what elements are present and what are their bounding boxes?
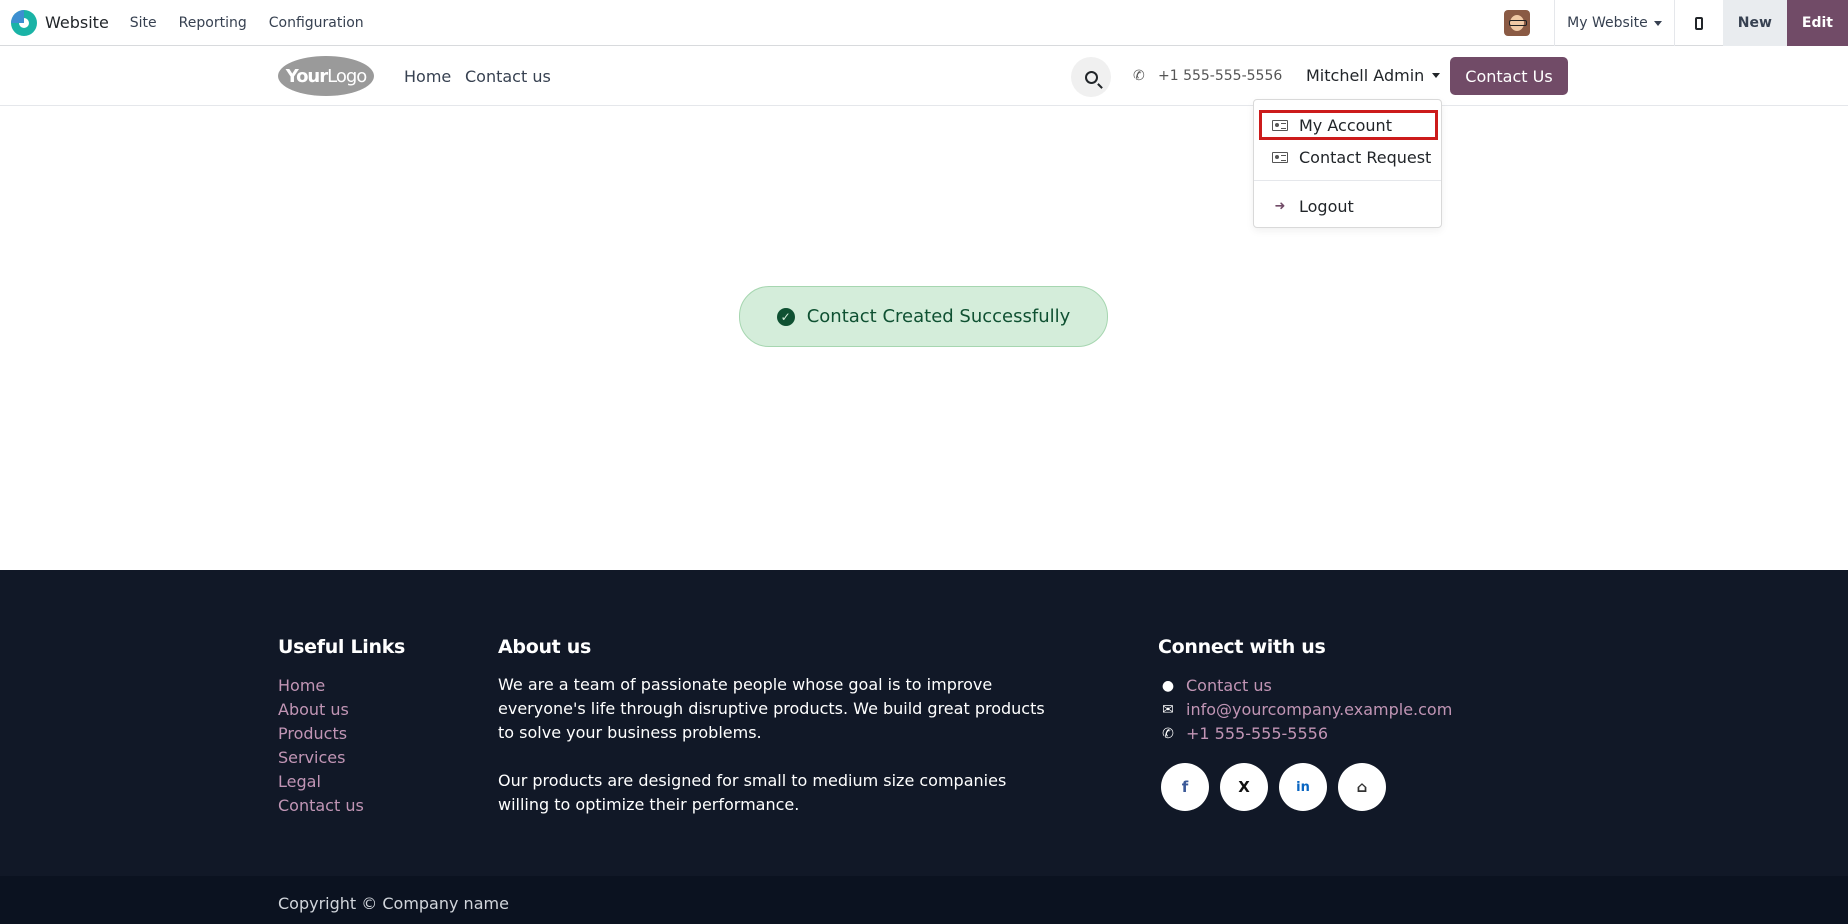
menu-item-logout[interactable]: ➜ Logout	[1254, 191, 1441, 221]
about-text-line: We are a team of passionate people whose…	[498, 675, 993, 694]
user-avatar[interactable]	[1504, 10, 1531, 36]
edit-button[interactable]: Edit	[1786, 0, 1848, 46]
about-text-line: Our products are designed for small to m…	[498, 771, 1007, 790]
search-icon	[1084, 70, 1098, 84]
x-icon[interactable]: X	[1220, 763, 1268, 811]
connect-contact-us[interactable]: Contact us	[1186, 676, 1272, 695]
logo-text-bold: Your	[285, 65, 328, 87]
user-menu-toggle[interactable]: Mitchell Admin	[1306, 66, 1441, 85]
site-footer: Useful Links Home About us Products Serv…	[0, 570, 1848, 876]
menu-site[interactable]: Site	[119, 15, 168, 31]
user-dropdown-menu: My Account Contact Request ➜ Logout	[1253, 99, 1442, 228]
chevron-down-icon	[1432, 73, 1441, 78]
footer-link-contact-us[interactable]: Contact us	[278, 796, 364, 815]
about-text-line: willing to optimize their performance.	[498, 795, 800, 814]
menu-item-label: Contact Request	[1299, 147, 1432, 167]
about-us-title: About us	[498, 636, 592, 658]
mobile-icon	[1694, 16, 1703, 30]
menu-item-label: My Account	[1299, 115, 1392, 135]
contact-us-button[interactable]: Contact Us	[1450, 57, 1568, 95]
success-alert: ✓ Contact Created Successfully	[739, 286, 1108, 347]
footer-link-home[interactable]: Home	[278, 676, 325, 695]
app-switcher[interactable]: Website	[11, 9, 109, 36]
menu-reporting[interactable]: Reporting	[168, 15, 258, 31]
id-card-icon	[1271, 151, 1289, 163]
connect-title: Connect with us	[1158, 636, 1326, 658]
website-selector[interactable]: My Website	[1555, 0, 1674, 46]
chevron-down-icon	[1653, 20, 1662, 26]
site-header: Your Logo Home Contact us ✆ +1 555-555-55…	[0, 46, 1848, 106]
footer-link-services[interactable]: Services	[278, 748, 345, 767]
logout-icon: ➜	[1274, 198, 1286, 214]
dropdown-divider	[1254, 180, 1441, 181]
menu-item-my-account[interactable]: My Account	[1259, 110, 1438, 140]
check-circle-icon: ✓	[776, 307, 795, 326]
mobile-preview-button[interactable]	[1675, 0, 1723, 46]
header-phone[interactable]: +1 555-555-5556	[1158, 68, 1282, 84]
about-text-line: everyone's life through disruptive produ…	[498, 699, 1045, 718]
admin-bar: Website Site Reporting Configuration My …	[0, 0, 1848, 46]
linkedin-icon[interactable]: in	[1279, 763, 1327, 811]
footer-link-about-us[interactable]: About us	[278, 700, 349, 719]
nav-contact-us[interactable]: Contact us	[465, 67, 551, 86]
footer-link-products[interactable]: Products	[278, 724, 347, 743]
envelope-icon: ✉	[1162, 702, 1174, 718]
logo-text: Logo	[327, 65, 367, 87]
useful-links-title: Useful Links	[278, 636, 406, 658]
app-name[interactable]: Website	[45, 13, 109, 32]
connect-email[interactable]: info@yourcompany.example.com	[1186, 700, 1452, 719]
about-text-line: to solve your business problems.	[498, 723, 762, 742]
website-selector-label: My Website	[1567, 15, 1648, 31]
id-card-icon	[1271, 119, 1289, 131]
search-button[interactable]	[1071, 57, 1111, 97]
new-button[interactable]: New	[1722, 0, 1787, 46]
copyright-bar: Copyright © Company name	[0, 876, 1848, 924]
comment-icon: ●	[1161, 678, 1175, 694]
nav-home[interactable]: Home	[404, 67, 451, 86]
footer-link-legal[interactable]: Legal	[278, 772, 321, 791]
admin-menu: Site Reporting Configuration	[119, 15, 375, 31]
admin-bar-right: My Website New Edit	[1504, 0, 1848, 46]
facebook-icon[interactable]: f	[1161, 763, 1209, 811]
menu-item-label: Logout	[1299, 196, 1354, 216]
alert-message: Contact Created Successfully	[806, 306, 1071, 327]
home-icon[interactable]: ⌂	[1338, 763, 1386, 811]
phone-icon: ✆	[1133, 68, 1145, 84]
odoo-logo-icon[interactable]	[11, 9, 37, 36]
site-logo[interactable]: Your Logo	[278, 56, 374, 96]
menu-item-contact-request[interactable]: Contact Request	[1254, 142, 1441, 172]
user-name: Mitchell Admin	[1306, 66, 1425, 85]
menu-configuration[interactable]: Configuration	[258, 15, 375, 31]
copyright-text: Copyright © Company name	[278, 894, 509, 913]
phone-icon: ✆	[1162, 726, 1174, 742]
connect-phone[interactable]: +1 555-555-5556	[1186, 724, 1328, 743]
